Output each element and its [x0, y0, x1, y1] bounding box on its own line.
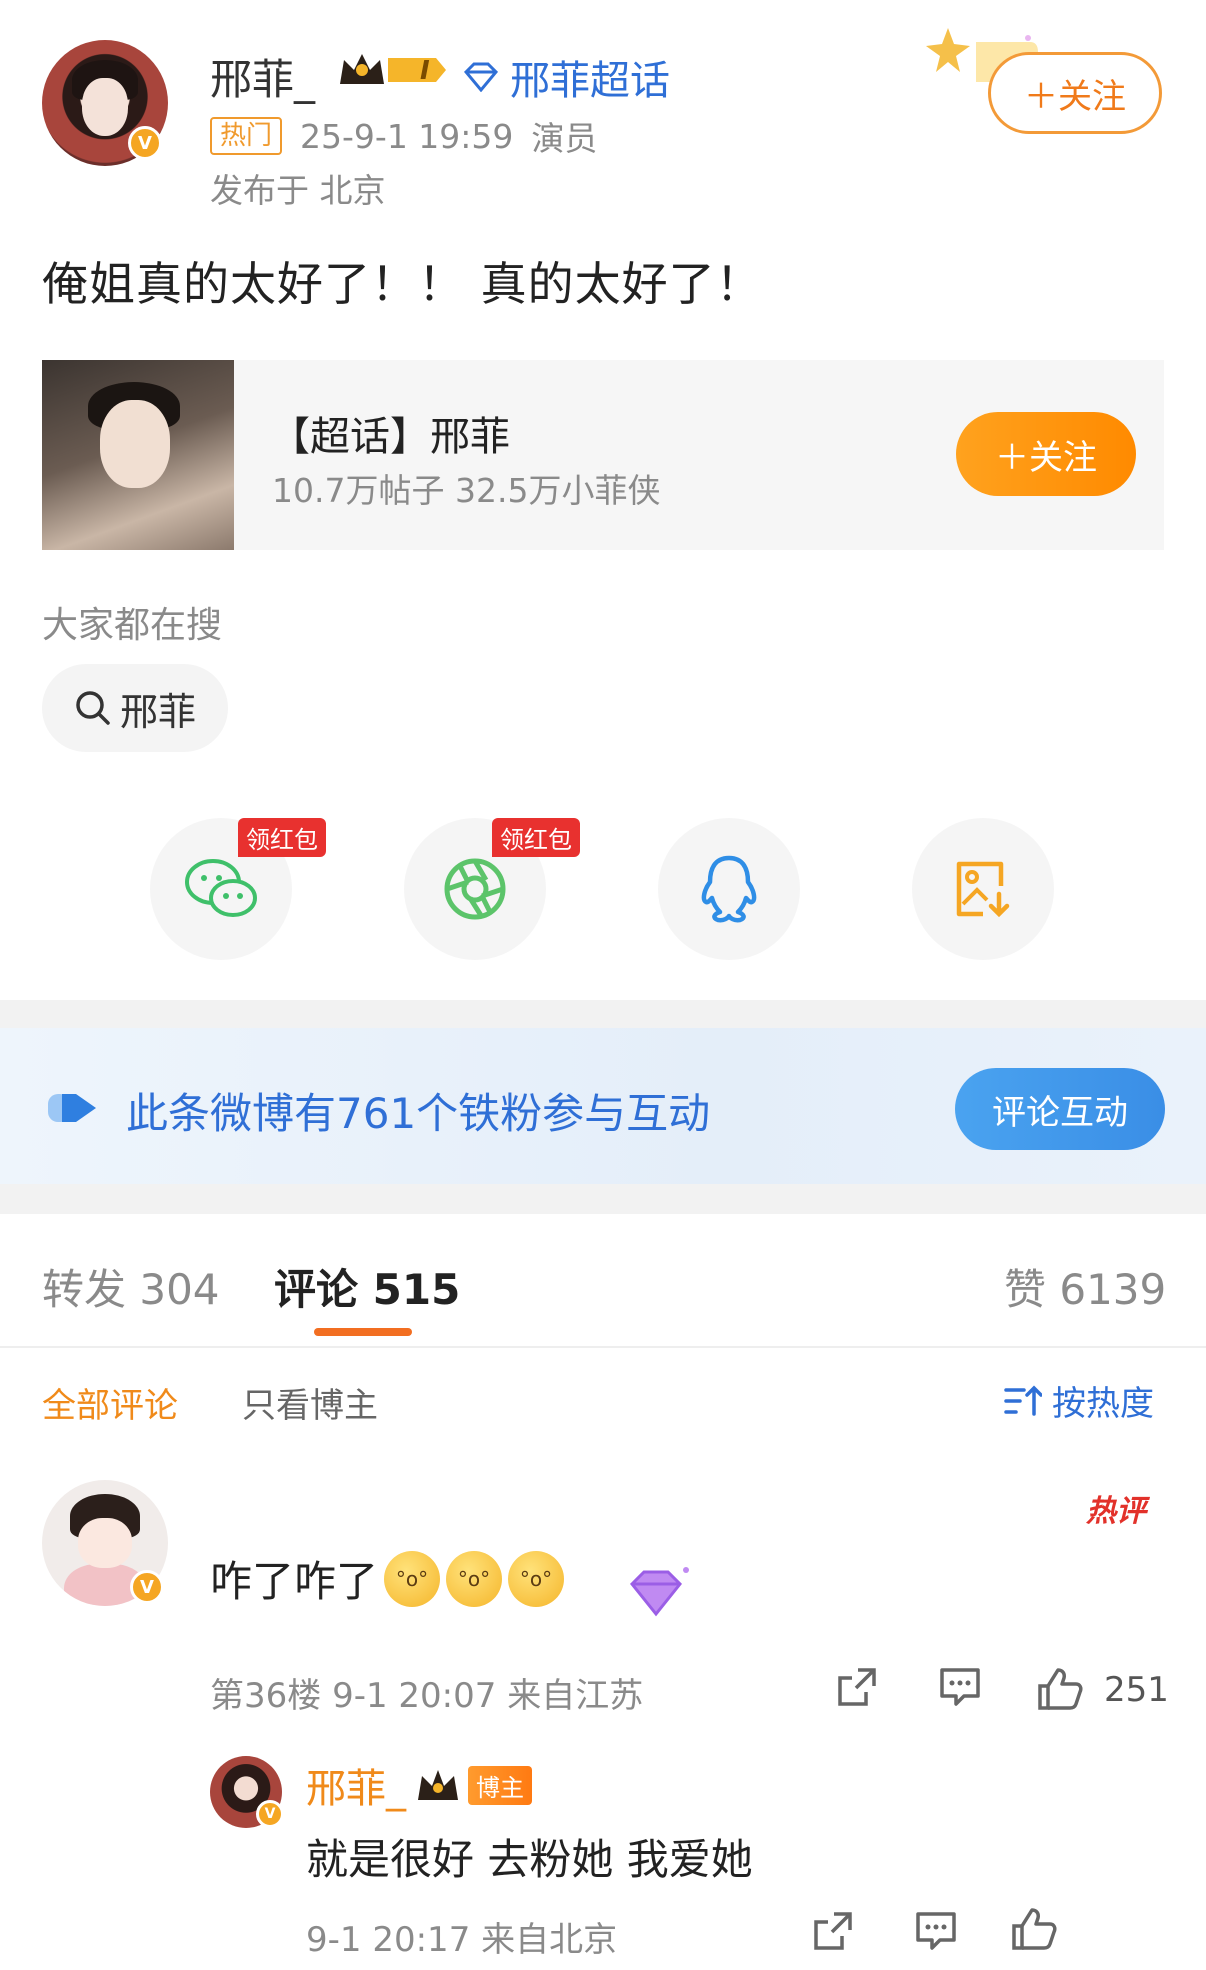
- comment-text: 咋了咋了: [210, 1557, 379, 1606]
- hot-comment-label: 热评: [1086, 1494, 1146, 1529]
- comment-text-row: 咋了咋了 °o° °o° °o°: [210, 1548, 565, 1609]
- supertopic-image: [42, 360, 234, 550]
- tab-comment[interactable]: 评论 515: [274, 1256, 460, 1317]
- like-icon[interactable]: [1036, 1666, 1084, 1712]
- like-count: 251: [1104, 1670, 1169, 1710]
- supertopic-follow-button[interactable]: ＋关注: [956, 412, 1136, 496]
- wechat-icon: [185, 859, 257, 917]
- reply-text: 就是很好 去粉她 我爱她: [306, 1835, 753, 1884]
- moments-icon: [444, 858, 506, 920]
- shocked-emoji-icon: °o°: [508, 1550, 565, 1607]
- search-icon: [76, 691, 110, 725]
- search-chip[interactable]: 邢菲: [42, 664, 228, 752]
- supertopic-link[interactable]: 邢菲超话: [462, 48, 670, 106]
- search-chip-label: 邢菲: [119, 689, 196, 734]
- post-time: 25-9-1 19:59: [300, 116, 514, 156]
- reply-meta: 9-1 20:17 来自北京: [306, 1920, 618, 1960]
- level-number: I: [420, 56, 430, 86]
- share-icon[interactable]: [812, 1910, 854, 1952]
- diamond-icon: [463, 62, 499, 92]
- share-icon[interactable]: [836, 1666, 878, 1708]
- fans-interaction-icon: [48, 1094, 96, 1122]
- comment-meta: 第36楼 9-1 20:07 来自江苏: [210, 1676, 644, 1716]
- verified-badge-icon: V: [128, 126, 162, 160]
- post-text: 俺姐真的太好了！！ 真的太好了！: [42, 257, 763, 311]
- share-qq[interactable]: [658, 818, 800, 960]
- save-image-icon: [956, 861, 1010, 918]
- iron-fans-text: 此条微博有761个铁粉参与互动: [126, 1089, 711, 1138]
- reply-author-name: 邢菲_: [306, 1766, 406, 1812]
- comment-icon[interactable]: [938, 1666, 982, 1708]
- crown-level-icon: [340, 54, 446, 84]
- blogger-tag: 博主: [468, 1765, 532, 1805]
- qq-icon: [701, 855, 757, 923]
- comment-interact-button[interactable]: 评论互动: [955, 1068, 1165, 1150]
- filter-all-comments[interactable]: 全部评论: [42, 1378, 178, 1427]
- filter-author-only[interactable]: 只看博主: [242, 1378, 378, 1427]
- author-name[interactable]: 邢菲_: [210, 46, 315, 107]
- save-image-button[interactable]: [912, 818, 1054, 960]
- shocked-emoji-icon: °o°: [384, 1550, 441, 1607]
- supertopic-stats: 10.7万帖子 32.5万小菲侠: [272, 471, 661, 510]
- sort-icon: [1004, 1385, 1042, 1416]
- trending-search-label: 大家都在搜: [42, 605, 223, 646]
- section-divider: [0, 1184, 1206, 1214]
- red-packet-badge: 领红包: [238, 818, 326, 857]
- tab-like[interactable]: 赞 6139: [1004, 1256, 1166, 1317]
- supertopic-link-label: 邢菲超话: [510, 58, 670, 104]
- follow-button[interactable]: ＋关注: [988, 52, 1162, 134]
- post-location: 发布于 北京: [210, 171, 386, 210]
- sort-by-hot[interactable]: 按热度: [1004, 1376, 1154, 1425]
- verified-badge-icon: V: [130, 1570, 164, 1604]
- supertopic-card[interactable]: 【超话】邢菲 10.7万帖子 32.5万小菲侠 ＋关注: [42, 360, 1164, 550]
- active-tab-indicator: [314, 1328, 412, 1336]
- purple-gem-icon: [629, 1567, 689, 1617]
- reply-author[interactable]: 邢菲_ 博主: [306, 1756, 532, 1814]
- crown-icon: [418, 1770, 458, 1800]
- hot-tag: 热门: [210, 117, 283, 155]
- like-icon[interactable]: [1010, 1906, 1058, 1952]
- tab-divider: [0, 1346, 1206, 1348]
- tab-repost[interactable]: 转发 304: [42, 1256, 220, 1317]
- post-meta: 热门 25-9-1 19:59 演员: [210, 112, 597, 160]
- sort-label: 按热度: [1052, 1384, 1154, 1424]
- red-packet-badge: 领红包: [492, 818, 580, 857]
- section-divider: [0, 1000, 1206, 1028]
- comment-icon[interactable]: [914, 1910, 958, 1952]
- supertopic-title: 【超话】邢菲: [270, 414, 510, 460]
- verified-badge-icon: V: [256, 1800, 284, 1828]
- author-role: 演员: [531, 119, 598, 158]
- shocked-emoji-icon: °o°: [446, 1550, 503, 1607]
